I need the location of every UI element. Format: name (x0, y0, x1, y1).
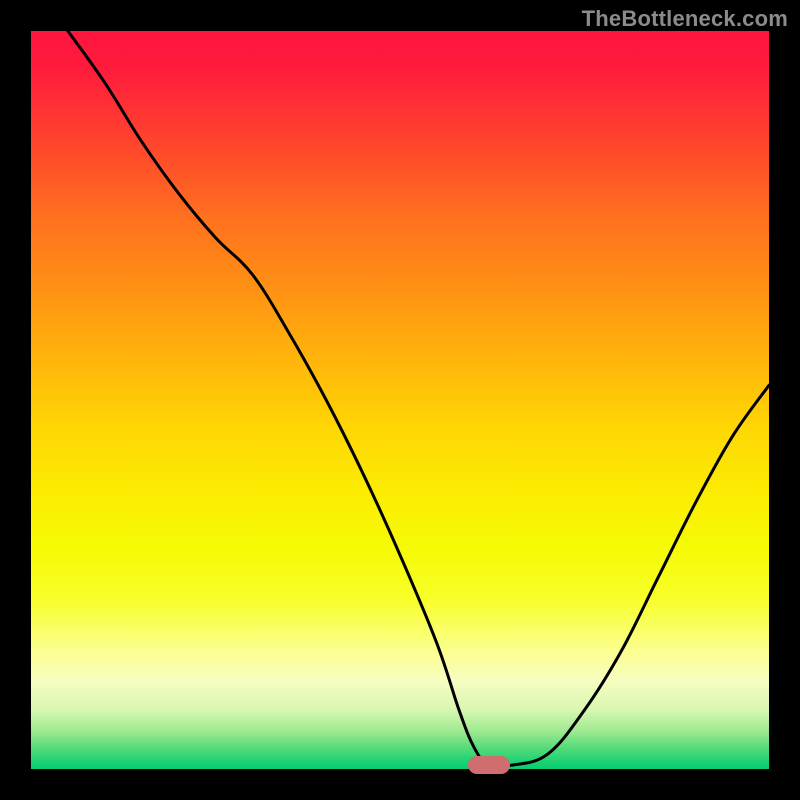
plot-area (31, 31, 769, 769)
bottleneck-curve (31, 31, 769, 769)
chart-frame: TheBottleneck.com (0, 0, 800, 800)
watermark-text: TheBottleneck.com (582, 6, 788, 32)
optimal-marker (468, 756, 510, 774)
